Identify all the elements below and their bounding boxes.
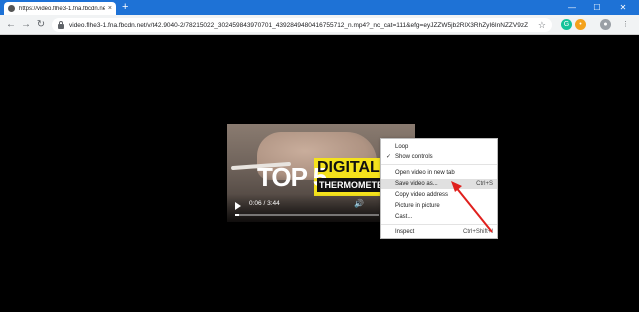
menu-item-show-controls[interactable]: ✓ Show controls (381, 152, 497, 162)
back-button[interactable]: ← (4, 18, 18, 32)
globe-icon (8, 5, 15, 12)
new-tab-button[interactable]: + (122, 1, 128, 14)
menu-item-label: Picture in picture (395, 203, 440, 209)
menu-item-copy-video-address[interactable]: Copy video address (381, 190, 497, 200)
video-title-digital: DIGITAL (317, 159, 380, 176)
menu-item-label: Cast... (395, 214, 413, 220)
menu-item-cast[interactable]: Cast... (381, 212, 497, 222)
play-icon[interactable] (235, 202, 241, 210)
menu-item-save-video[interactable]: Save video as... Ctrl+S (381, 179, 497, 189)
menu-shortcut: Ctrl+S (476, 181, 493, 187)
menu-icon[interactable]: ⋮ (620, 19, 631, 30)
video-seek-bar[interactable] (235, 214, 379, 216)
url-text[interactable]: video.flhe3-1.fna.fbcdn.net/v/t42.9040-2… (69, 22, 534, 29)
reload-button[interactable]: ↻ (34, 18, 48, 32)
menu-item-inspect[interactable]: Inspect Ctrl+Shift+I (381, 227, 497, 237)
context-menu: Loop ✓ Show controls Open video in new t… (380, 138, 498, 239)
menu-item-loop[interactable]: Loop (381, 142, 497, 152)
lock-icon[interactable] (58, 20, 64, 29)
bookmark-star-icon[interactable]: ☆ (538, 20, 546, 31)
menu-item-label: Copy video address (395, 192, 449, 198)
menu-item-label: Save video as... (395, 181, 438, 187)
tab-close-icon[interactable]: × (108, 5, 112, 12)
profile-icon[interactable]: ● (600, 19, 611, 30)
menu-item-picture-in-picture[interactable]: Picture in picture (381, 201, 497, 211)
menu-separator (381, 224, 497, 225)
orange-extension-icon[interactable]: • (575, 19, 586, 30)
video-timecode: 0:06 / 3:44 (249, 200, 280, 207)
menu-item-label: Open video in new tab (395, 170, 455, 176)
video-seek-progress (235, 214, 239, 216)
browser-toolbar: ← → ↻ video.flhe3-1.fna.fbcdn.net/v/t42.… (0, 15, 639, 35)
address-bar[interactable]: video.flhe3-1.fna.fbcdn.net/v/t42.9040-2… (52, 18, 552, 32)
forward-button[interactable]: → (19, 18, 33, 32)
menu-shortcut: Ctrl+Shift+I (462, 229, 493, 235)
title-bar: https://video.flhe3-1.fna.fbcdn.net/ × +… (0, 0, 639, 15)
video-title-top5: TOP 5 (257, 162, 327, 192)
volume-icon[interactable]: 🔊 (354, 200, 364, 208)
grammarly-icon[interactable]: G (561, 19, 572, 30)
menu-item-label: Show controls (395, 154, 433, 160)
close-window-button[interactable]: ✕ (612, 0, 634, 15)
menu-item-label: Loop (395, 144, 409, 150)
minimize-button[interactable]: — (561, 0, 583, 15)
menu-item-label: Inspect (395, 229, 415, 235)
check-icon: ✓ (386, 154, 392, 160)
maximize-button[interactable]: ☐ (586, 0, 608, 15)
browser-tab[interactable]: https://video.flhe3-1.fna.fbcdn.net/ × (4, 2, 116, 15)
tab-title: https://video.flhe3-1.fna.fbcdn.net/ (19, 5, 105, 12)
menu-item-open-video-new-tab[interactable]: Open video in new tab (381, 168, 497, 178)
menu-separator (381, 164, 497, 165)
